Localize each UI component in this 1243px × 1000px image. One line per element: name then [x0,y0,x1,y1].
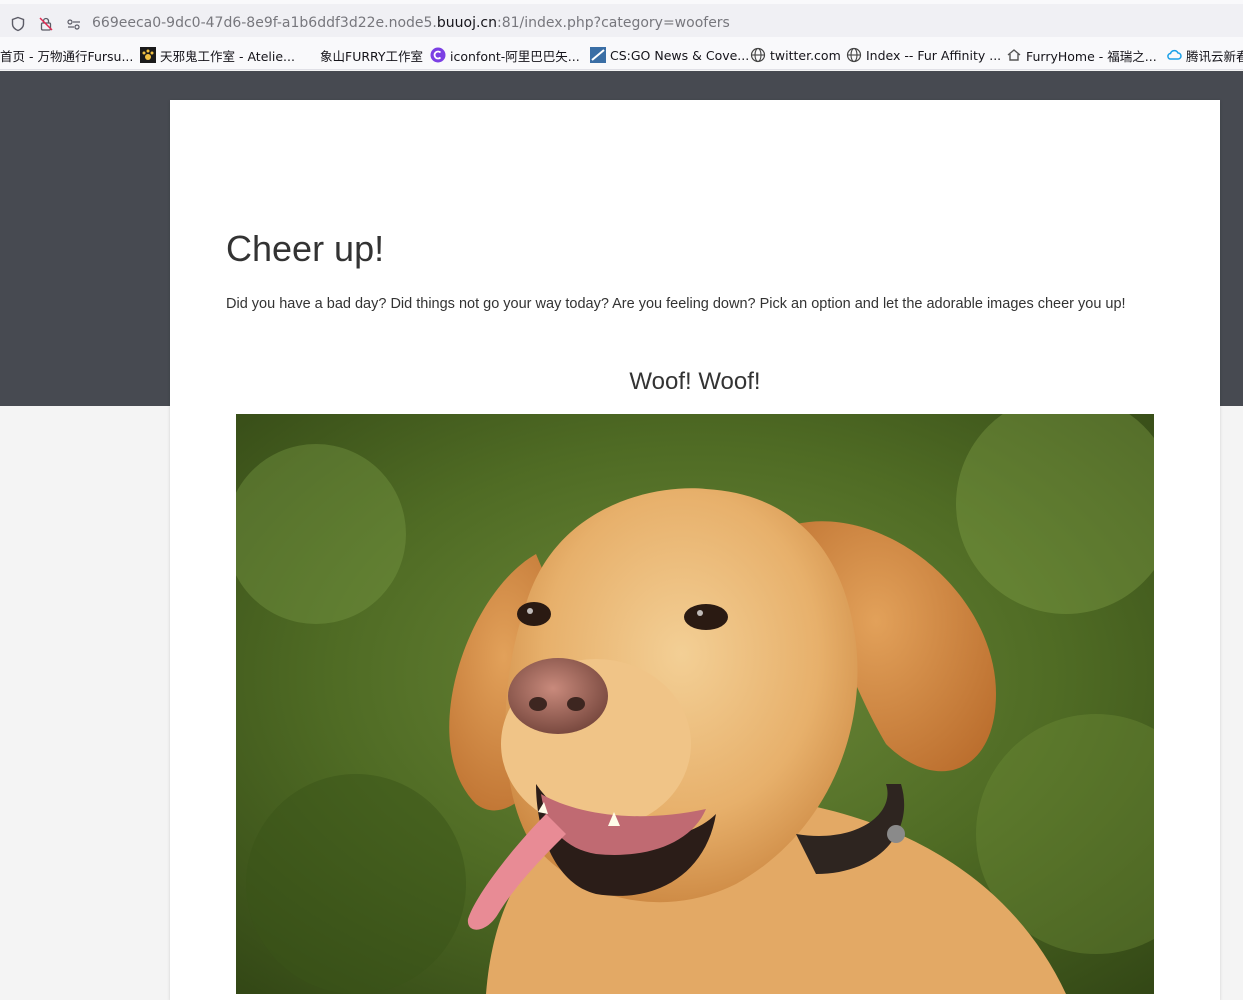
bookmark-item[interactable]: Index -- Fur Affinity ... [846,46,1001,64]
content-card: Cheer up! Did you have a bad day? Did th… [170,100,1220,1000]
shield-icon[interactable] [10,16,26,32]
csgo-icon [590,47,606,63]
url-text[interactable]: 669eeca0-9dc0-47d6-8e9f-a1b6ddf3d22e.nod… [92,15,730,31]
bookmark-label: CS:GO News & Cove... [610,47,750,63]
bookmarks-toolbar: 首页 - 万物通行Fursu... 天邪鬼工作室 - Atelie... 象山F… [0,40,1243,70]
labrador-image [236,414,1154,994]
bookmark-item[interactable]: 象山FURRY工作室 [300,46,423,64]
paw-icon [140,47,156,63]
url-suffix: :81/index.php?category=woofers [497,15,730,31]
insecure-lock-icon[interactable] [38,16,54,32]
bookmark-label: 象山FURRY工作室 [320,48,424,64]
bookmark-label: iconfont-阿里巴巴矢... [450,48,580,64]
address-bar[interactable]: 669eeca0-9dc0-47d6-8e9f-a1b6ddf3d22e.nod… [0,4,1243,37]
iconfont-icon [430,47,446,63]
cloud-icon [1166,47,1182,63]
bookmark-item[interactable]: 首页 - 万物通行Fursu... [0,46,133,64]
blank-favicon-icon [300,47,316,63]
bookmark-label: twitter.com [770,47,841,63]
globe-icon [750,47,766,63]
bookmark-label: 天邪鬼工作室 - Atelie... [160,48,295,64]
lead-paragraph: Did you have a bad day? Did things not g… [226,296,1126,312]
bookmark-item[interactable]: 腾讯云新春 [1166,46,1243,64]
bookmark-label: Index -- Fur Affinity ... [866,47,1002,63]
bookmark-item[interactable]: CS:GO News & Cove... [590,46,749,64]
house-icon [1006,47,1022,63]
dog-photo [236,414,1154,994]
bookmark-label: 首页 - 万物通行Fursu... [0,48,134,64]
globe-icon [846,47,862,63]
bookmark-label: FurryHome - 福瑞之... [1026,48,1157,64]
bookmark-item[interactable]: twitter.com [750,46,841,64]
url-host: buuoj.cn [436,15,497,31]
browser-toolbar: 669eeca0-9dc0-47d6-8e9f-a1b6ddf3d22e.nod… [0,0,1243,40]
bookmark-item[interactable]: 天邪鬼工作室 - Atelie... [140,46,295,64]
page-title: Cheer up! [226,228,385,269]
bookmark-item[interactable]: FurryHome - 福瑞之... [1006,46,1157,64]
url-prefix: 669eeca0-9dc0-47d6-8e9f-a1b6ddf3d22e.nod… [92,15,437,31]
bookmark-label: 腾讯云新春 [1186,48,1243,64]
bookmark-item[interactable]: iconfont-阿里巴巴矢... [430,46,580,64]
category-heading: Woof! Woof! [629,368,761,395]
permissions-icon[interactable] [66,16,82,32]
